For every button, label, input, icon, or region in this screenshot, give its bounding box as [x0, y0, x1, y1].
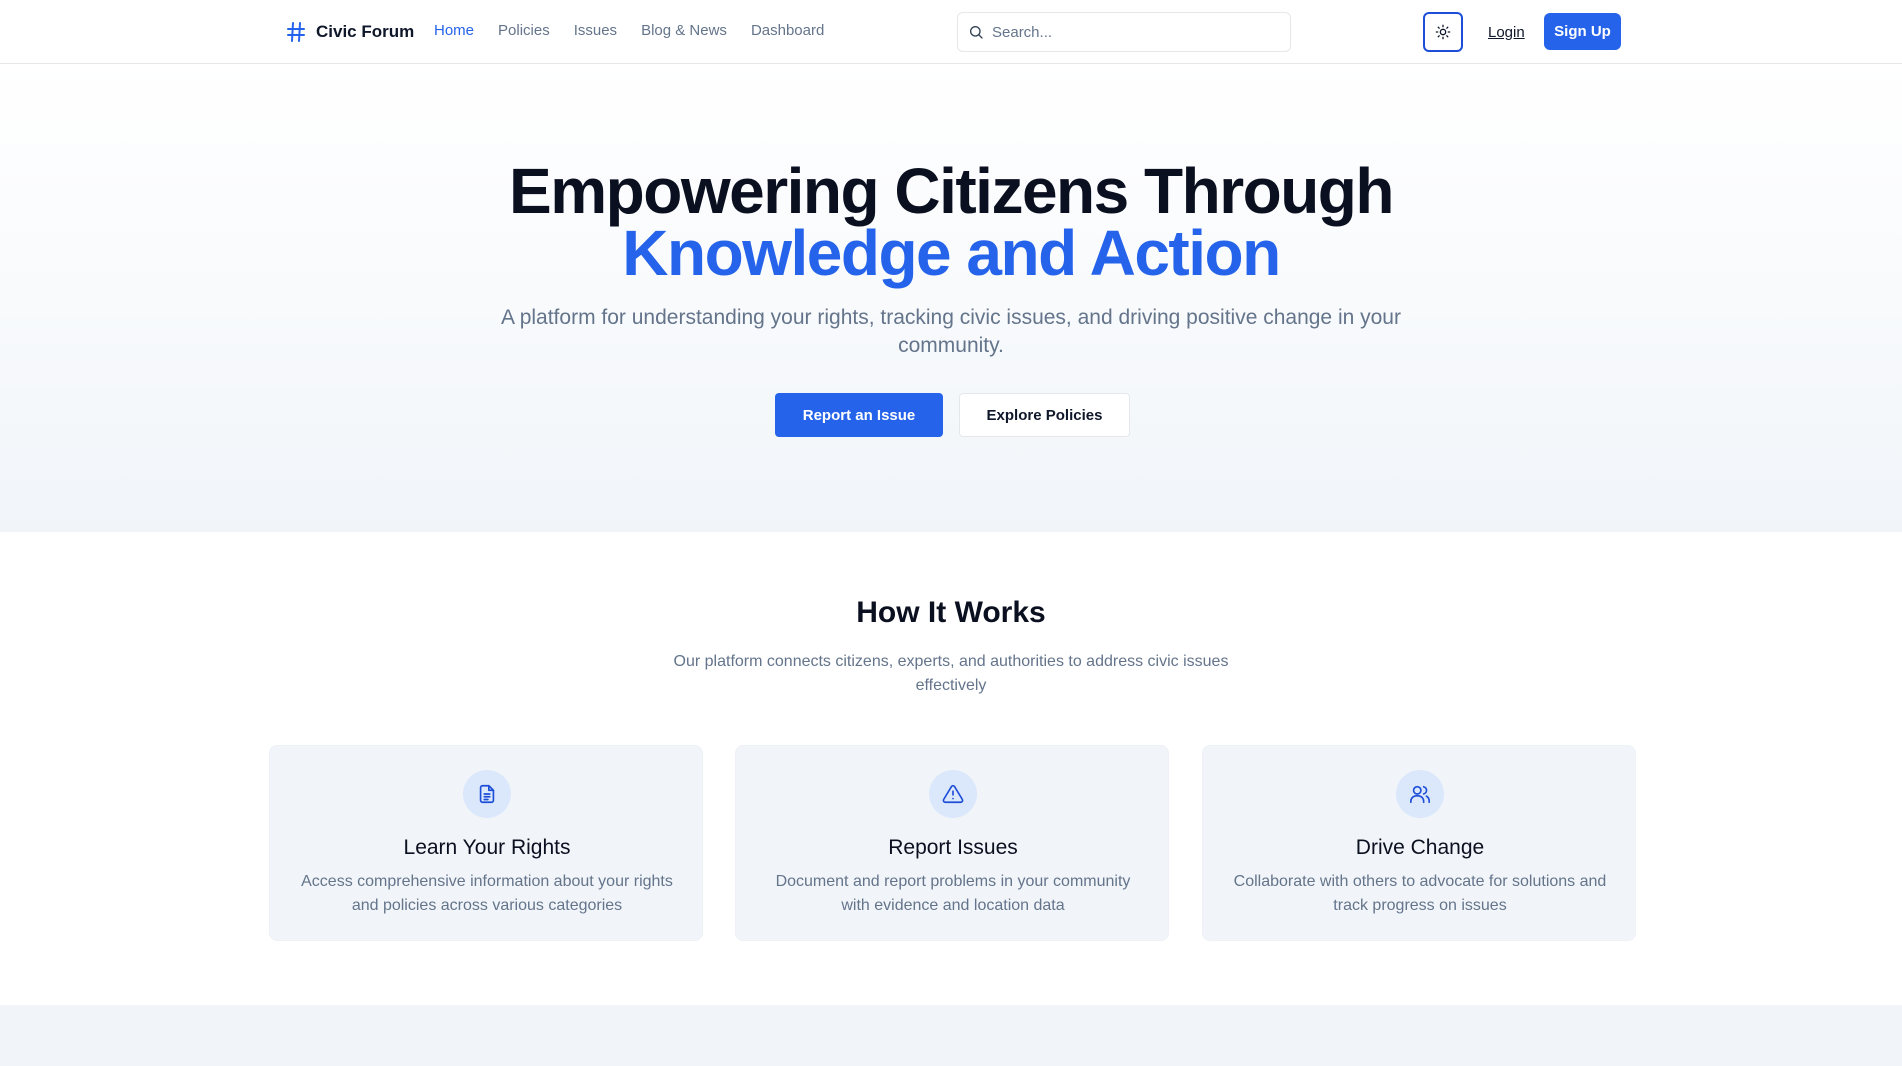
search-input[interactable] [992, 23, 1272, 41]
hero-title-line2: Knowledge and Action [622, 217, 1281, 289]
hashtag-icon [287, 22, 305, 42]
card-text: Collaborate with others to advocate for … [1233, 873, 1607, 914]
feature-card-report-issues: Report Issues Document and report proble… [735, 745, 1169, 941]
card-text: Access comprehensive information about y… [301, 873, 673, 914]
brand-name: Civic Forum [316, 22, 415, 41]
sign-up-button[interactable]: Sign Up [1544, 13, 1621, 50]
nav-home[interactable]: Home [434, 22, 474, 39]
icon-circle [929, 770, 977, 818]
card-title: Drive Change [1355, 836, 1485, 859]
icon-circle [463, 770, 511, 818]
sun-icon [1435, 24, 1451, 40]
hero-title: Empowering Citizens Through Knowledge an… [0, 155, 1902, 289]
report-issue-button[interactable]: Report an Issue [775, 393, 943, 437]
nav-dashboard[interactable]: Dashboard [751, 22, 824, 39]
nav-blog-news[interactable]: Blog & News [641, 22, 727, 39]
nav-issues[interactable]: Issues [574, 22, 617, 39]
explore-policies-button[interactable]: Explore Policies [959, 393, 1130, 437]
icon-circle [1396, 770, 1444, 818]
brand-logo-link[interactable]: Civic Forum [284, 20, 414, 44]
top-navbar: Civic Forum Home Policies Issues Blog & … [0, 0, 1902, 64]
theme-toggle-button[interactable] [1423, 12, 1463, 52]
card-text: Document and report problems in your com… [775, 873, 1131, 914]
users-icon [1410, 785, 1430, 804]
search-icon [970, 26, 983, 39]
warning-icon [942, 784, 964, 804]
feature-card-learn-rights: Learn Your Rights Access comprehensive i… [269, 745, 703, 941]
search-box [957, 12, 1291, 52]
nav-policies[interactable]: Policies [498, 22, 550, 39]
login-link[interactable]: Login [1478, 12, 1535, 52]
hero-title-line1: Empowering Citizens Through [509, 155, 1394, 227]
how-it-works-title: How It Works [856, 596, 1046, 629]
card-title: Report Issues [888, 836, 1018, 859]
hero-subtitle: A platform for understanding your rights… [501, 306, 1401, 357]
main-nav: Home Policies Issues Blog & News Dashboa… [434, 22, 824, 39]
feature-card-drive-change: Drive Change Collaborate with others to … [1202, 745, 1636, 941]
card-title: Learn Your Rights [403, 836, 571, 859]
document-icon [479, 784, 495, 804]
hero-section: Empowering Citizens Through Knowledge an… [0, 64, 1902, 532]
next-section-band [0, 1005, 1902, 1066]
how-it-works-subtitle: Our platform connects citizens, experts,… [673, 653, 1229, 694]
